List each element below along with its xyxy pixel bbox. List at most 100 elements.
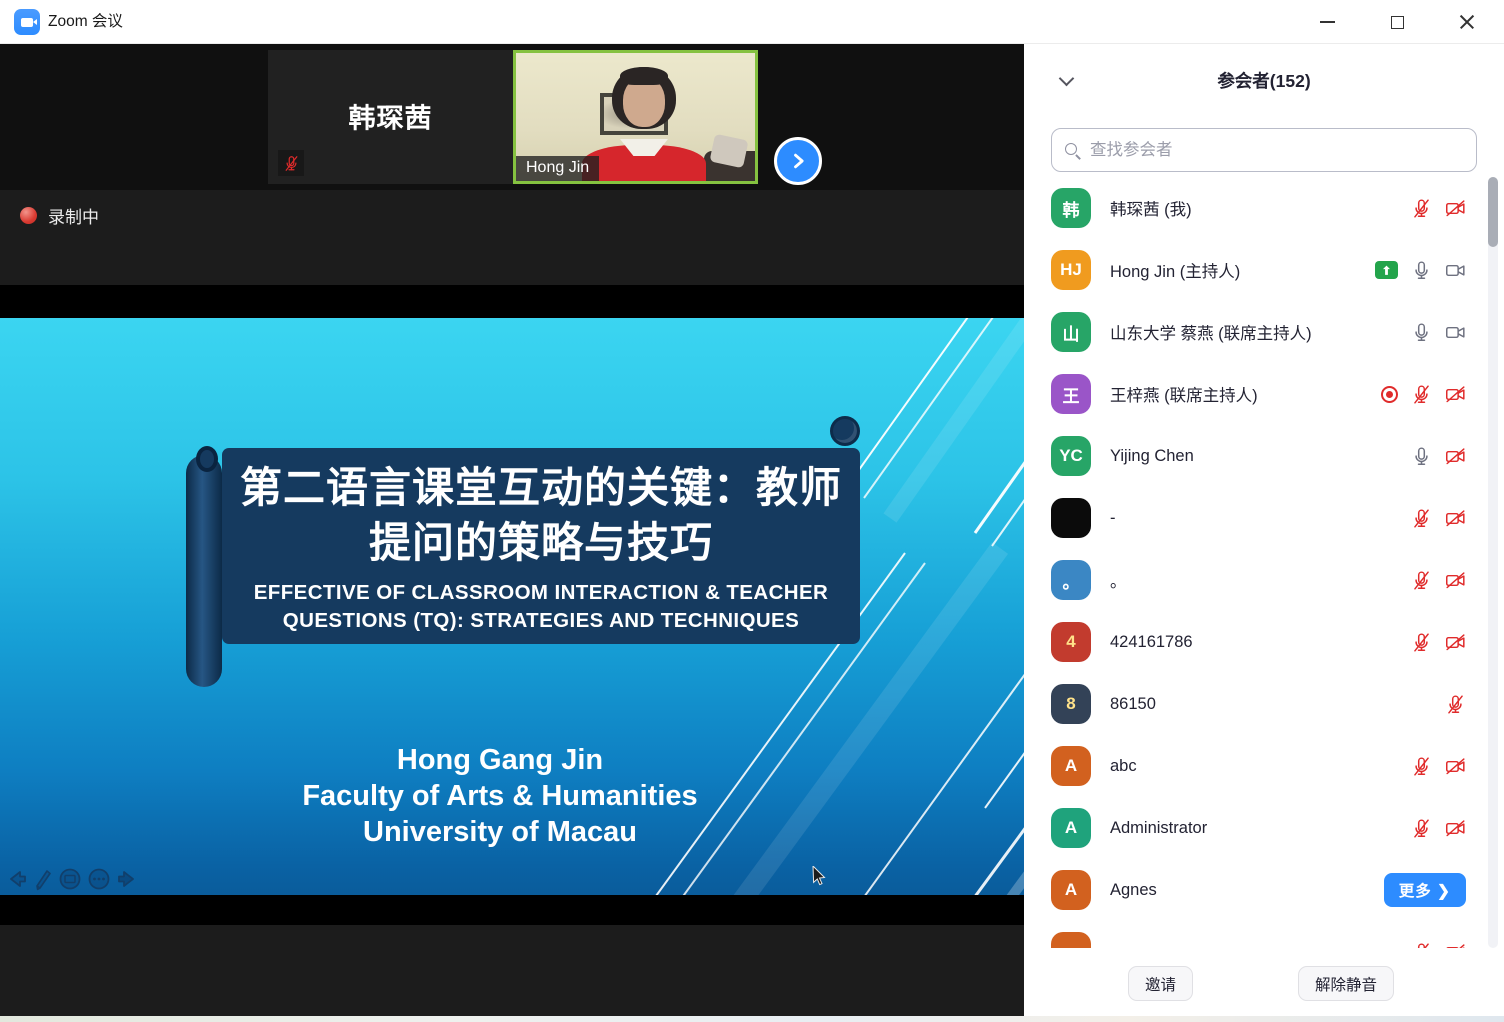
scrollbar-thumb[interactable] [1488, 177, 1498, 247]
participant-status-icons [1381, 384, 1466, 405]
panel-footer: 邀请 解除静音 [1024, 948, 1504, 1016]
camera-muted-icon [1445, 632, 1466, 653]
participant-row[interactable]: A abc [1024, 735, 1504, 797]
camera-muted-icon [1445, 446, 1466, 467]
slide-title-zh: 第二语言课堂互动的关键：教师 [222, 460, 860, 515]
participant-row[interactable]: 4 424161786 [1024, 611, 1504, 673]
participant-avatar: 4 [1051, 622, 1091, 662]
recording-indicator: 录制中 [20, 203, 99, 228]
participant-avatar: 。 [1051, 560, 1091, 600]
video-strip: 韩琛茜 Hong Jin [0, 44, 1024, 190]
participant-avatar [1051, 498, 1091, 538]
presenter-toolbar [6, 867, 138, 891]
participant-row[interactable]: HJ Hong Jin (主持人) [1024, 239, 1504, 301]
participant-name: Yijing Chen [1110, 447, 1411, 466]
slide-display-icon[interactable] [58, 867, 82, 891]
zoom-app-icon [14, 9, 40, 35]
participant-name: 424161786 [1110, 633, 1411, 652]
pen-tool-icon[interactable] [33, 867, 53, 891]
slide-author-block: Hong Gang Jin Faculty of Arts & Humaniti… [150, 742, 850, 850]
participant-avatar: A [1051, 808, 1091, 848]
participant-avatar [1051, 932, 1091, 948]
participant-row[interactable]: 韩 韩琛茜 (我) [1024, 177, 1504, 239]
video-tile-active-speaker[interactable]: Hong Jin [513, 50, 758, 184]
participants-panel: 参会者(152) 韩 韩琛茜 (我) HJ Hong Jin (主持人) 山 山… [1024, 44, 1504, 1016]
mic-muted-icon [1411, 384, 1432, 405]
recording-label: 录制中 [48, 203, 99, 228]
desktop-edge-strip [0, 1016, 1504, 1022]
participant-row[interactable]: A Agnes 更多 ❯ [1024, 859, 1504, 921]
participant-row[interactable]: 王 王梓燕 (联席主持人) [1024, 363, 1504, 425]
unmute-all-button[interactable]: 解除静音 [1298, 966, 1394, 1001]
mic-on-icon [1411, 446, 1432, 467]
participant-row[interactable]: A Administrator [1024, 797, 1504, 859]
scrollbar-track[interactable] [1488, 177, 1498, 948]
mic-muted-icon [1411, 508, 1432, 529]
participant-row[interactable]: 山 山东大学 蔡燕 (联席主持人) [1024, 301, 1504, 363]
mic-on-icon [1411, 322, 1432, 343]
scroll-banner-roll [186, 455, 222, 687]
participant-row[interactable] [1024, 921, 1504, 948]
participant-avatar: A [1051, 870, 1091, 910]
participant-avatar: HJ [1051, 250, 1091, 290]
participant-name-overlay: 韩琛茜 [268, 97, 513, 136]
participants-header: 参会者(152) [1024, 44, 1504, 120]
author-faculty: Faculty of Arts & Humanities [150, 778, 850, 814]
screen-share-icon [1375, 261, 1398, 279]
close-button[interactable] [1444, 0, 1490, 44]
camera-on-icon [1445, 322, 1466, 343]
mic-muted-icon [1411, 818, 1432, 839]
participant-status-icons [1411, 632, 1466, 653]
scroll-banner-curl [196, 446, 218, 472]
participant-name: 王梓燕 (联席主持人) [1110, 382, 1381, 406]
slide-subtitle-en: EFFECTIVE OF CLASSROOM INTERACTION & TEA… [222, 579, 860, 606]
up-arrow-icon [1380, 264, 1393, 277]
participant-name: 86150 [1110, 695, 1445, 714]
mic-muted-icon [1445, 694, 1466, 715]
participant-search-box [1051, 128, 1477, 172]
participant-list: 韩 韩琛茜 (我) HJ Hong Jin (主持人) 山 山东大学 蔡燕 (联… [1024, 177, 1504, 948]
scroll-banner-knob [830, 416, 860, 446]
participant-status-icons [1411, 818, 1466, 839]
video-tile-muted-participant[interactable]: 韩琛茜 [268, 50, 513, 184]
participant-name: - [1110, 509, 1411, 528]
tile-mic-muted-icon [278, 150, 304, 176]
mic-muted-icon [1411, 632, 1432, 653]
mic-muted-icon [1411, 756, 1432, 777]
chevron-right-icon [788, 151, 808, 171]
participant-name: Hong Jin (主持人) [1110, 258, 1375, 282]
invite-button[interactable]: 邀请 [1128, 966, 1193, 1001]
more-options-icon[interactable] [87, 867, 111, 891]
participant-row[interactable]: YC Yijing Chen [1024, 425, 1504, 487]
camera-muted-icon [1445, 198, 1466, 219]
camera-muted-icon [1445, 756, 1466, 777]
search-icon [1064, 142, 1081, 159]
participant-status-icons [1445, 694, 1466, 715]
minimize-icon [1320, 21, 1335, 23]
participant-status-icons [1411, 322, 1466, 343]
more-button[interactable]: 更多 ❯ [1384, 873, 1466, 907]
participant-row[interactable]: 8 86150 [1024, 673, 1504, 735]
author-name: Hong Gang Jin [150, 742, 850, 778]
participant-status-icons [1411, 570, 1466, 591]
mic-muted-icon [1411, 570, 1432, 591]
participant-avatar: 王 [1051, 374, 1091, 414]
slide-subtitle-en: QUESTIONS (TQ): STRATEGIES AND TECHNIQUE… [222, 607, 860, 634]
search-input[interactable] [1090, 141, 1464, 160]
participants-title: 参会者(152) [1024, 68, 1504, 93]
participant-avatar: 8 [1051, 684, 1091, 724]
window-title: Zoom 会议 [48, 0, 123, 44]
next-slide-icon[interactable] [116, 867, 138, 891]
participant-row[interactable]: - [1024, 487, 1504, 549]
participant-status-icons [1411, 446, 1466, 467]
previous-slide-icon[interactable] [6, 867, 28, 891]
minimize-button[interactable] [1304, 0, 1350, 44]
participant-avatar: 韩 [1051, 188, 1091, 228]
participant-status-icons [1411, 756, 1466, 777]
next-videos-button[interactable] [774, 137, 822, 185]
recording-dot-icon [20, 207, 37, 224]
participant-status-icons [1411, 508, 1466, 529]
camera-glyph [21, 18, 33, 27]
participant-row[interactable]: 。 。 [1024, 549, 1504, 611]
maximize-button[interactable] [1374, 0, 1420, 44]
